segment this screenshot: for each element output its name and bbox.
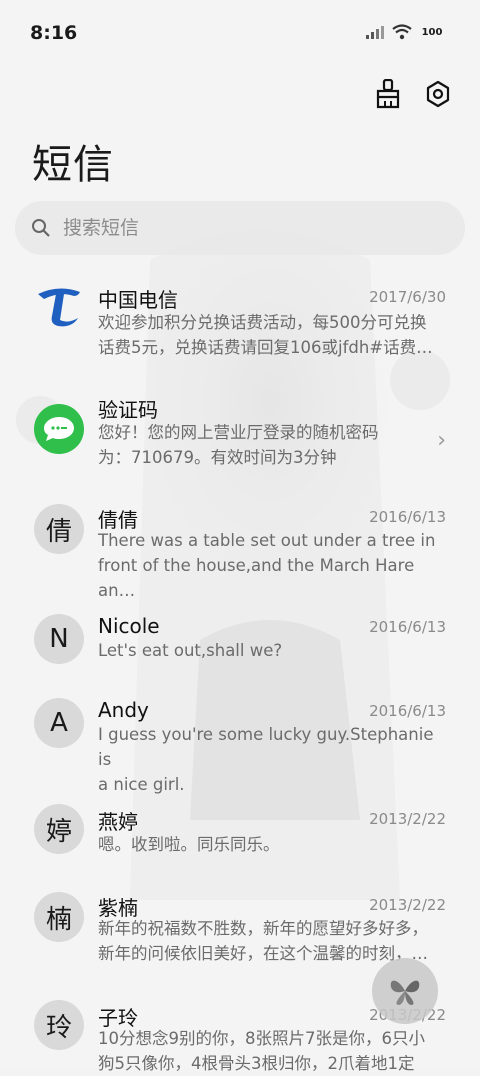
battery-level: 100 — [421, 26, 443, 38]
contact-name: 燕婷 — [98, 810, 138, 834]
preview-line: 10分想念9别的你，8张照片7张是你，6只小 — [98, 1029, 425, 1048]
avatar: A — [34, 698, 84, 748]
conversation-item[interactable]: 验证码 您好！您的网上营业厅登录的随机密码 为：710679。有效时间为3分钟 … — [0, 380, 480, 480]
message-bubble-icon — [34, 404, 84, 454]
theme-floating-button[interactable] — [372, 958, 438, 1024]
contact-name: Andy — [98, 698, 149, 722]
message-date: 2016/6/13 — [369, 508, 446, 526]
preview-line: I guess you're some lucky guy.Stephanie … — [98, 725, 434, 769]
top-actions — [372, 78, 454, 110]
message-date: 2013/2/22 — [369, 810, 446, 828]
message-date: 2016/6/13 — [369, 618, 446, 636]
message-preview: 欢迎参加积分兑换话费活动，每500分可兑换 话费5元，兑换话费请回复106或jf… — [98, 310, 446, 360]
wifi-icon — [392, 24, 412, 40]
conversation-item[interactable]: 中国电信 2017/6/30 欢迎参加积分兑换话费活动，每500分可兑换 话费5… — [0, 268, 480, 368]
message-preview: 您好！您的网上营业厅登录的随机密码 为：710679。有效时间为3分钟 — [98, 420, 446, 470]
preview-line: 新年的祝福数不胜数，新年的愿望好多好多， — [98, 919, 428, 938]
message-preview: 嗯。收到啦。同乐同乐。 — [98, 832, 446, 857]
message-date: 2016/6/13 — [369, 702, 446, 720]
clean-button[interactable] — [372, 78, 404, 110]
search-icon — [31, 218, 51, 238]
preview-line: 欢迎参加积分兑换话费活动，每500分可兑换 — [98, 313, 427, 332]
preview-line: 话费5元，兑换话费请回复106或jfdh#话费… — [98, 338, 433, 357]
message-preview: 10分想念9别的你，8张照片7张是你，6只小 狗5只像你，4根骨头3根归你，2爪… — [98, 1026, 446, 1076]
message-date: 2013/2/22 — [369, 896, 446, 914]
message-preview: There was a table set out under a tree i… — [98, 528, 446, 603]
status-icons: 100 — [366, 22, 444, 42]
preview-line: 狗5只像你，4根骨头3根归你，2爪着地1定 — [98, 1054, 415, 1073]
message-preview: Let's eat out,shall we? — [98, 638, 446, 663]
message-preview: I guess you're some lucky guy.Stephanie … — [98, 722, 446, 797]
chevron-right-icon: › — [437, 428, 446, 453]
preview-line: There was a table set out under a tree i… — [98, 531, 436, 550]
page-title: 短信 — [32, 142, 114, 188]
search-bar[interactable] — [15, 201, 465, 255]
conversation-item[interactable]: 倩 倩倩 2016/6/13 There was a table set out… — [0, 490, 480, 600]
contact-name: Nicole — [98, 614, 160, 638]
avatar-initial: N — [49, 624, 69, 654]
avatar-initial: 倩 — [45, 516, 72, 547]
avatar-initial: A — [50, 708, 68, 738]
contact-name: 中国电信 — [98, 288, 178, 312]
conversation-item[interactable]: N Nicole 2016/6/13 Let's eat out,shall w… — [0, 604, 480, 684]
china-telecom-logo-icon — [34, 280, 84, 330]
broom-icon — [376, 79, 400, 109]
gear-icon — [426, 80, 450, 108]
preview-line: Let's eat out,shall we? — [98, 641, 283, 660]
avatar-initial: 婷 — [45, 816, 72, 847]
avatar: 婷 — [34, 804, 84, 854]
avatar: 玲 — [34, 1000, 84, 1050]
message-preview: 新年的祝福数不胜数，新年的愿望好多好多， 新年的问候依旧美好，在这个温馨的时刻，… — [98, 916, 446, 966]
message-date: 2017/6/30 — [369, 288, 446, 306]
preview-line: 嗯。收到啦。同乐同乐。 — [98, 835, 280, 854]
avatar-initial: 楠 — [45, 904, 72, 935]
settings-button[interactable] — [422, 78, 454, 110]
battery-icon: 100 — [420, 22, 444, 42]
avatar: 倩 — [34, 504, 84, 554]
search-input[interactable] — [61, 216, 425, 240]
preview-line: 为：710679。有效时间为3分钟 — [98, 448, 337, 467]
preview-line: front of the house,and the March Hare an… — [98, 556, 415, 600]
avatar: N — [34, 614, 84, 664]
signal-icon — [366, 26, 384, 39]
avatar: 楠 — [34, 892, 84, 942]
conversation-item[interactable]: A Andy 2016/6/13 I guess you're some luc… — [0, 692, 480, 794]
preview-line: a nice girl. — [98, 775, 185, 794]
conversation-item[interactable]: 婷 燕婷 2013/2/22 嗯。收到啦。同乐同乐。 — [0, 802, 480, 882]
avatar-initial: 玲 — [45, 1012, 72, 1043]
status-bar: 8:16 100 — [0, 0, 480, 66]
preview-line: 您好！您的网上营业厅登录的随机密码 — [98, 423, 379, 442]
contact-name: 验证码 — [98, 398, 158, 422]
butterfly-icon — [390, 980, 420, 1005]
status-time: 8:16 — [30, 22, 78, 44]
